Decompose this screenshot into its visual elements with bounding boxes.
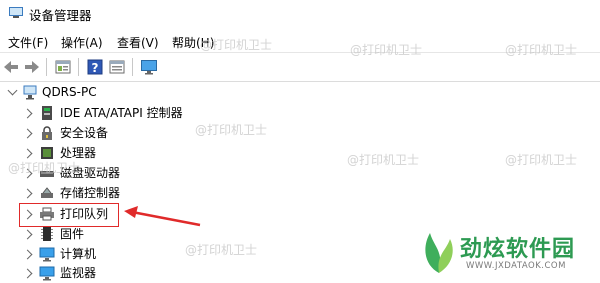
site-logo: 劲炫软件园 WWW.JXDATAOK.COM: [416, 229, 600, 281]
chevron-right-icon[interactable]: [22, 229, 33, 240]
monitor-icon[interactable]: [140, 58, 158, 76]
tree-item-label: 安全设备: [60, 126, 109, 140]
computer-icon: [39, 247, 55, 262]
tree-item[interactable]: IDE ATA/ATAPI 控制器: [0, 103, 300, 123]
watermark: @打印机卫士: [347, 153, 420, 167]
toolbar-separator: [132, 58, 133, 76]
tree-root[interactable]: QDRS-PC: [0, 82, 300, 102]
highlight-box: [19, 203, 119, 227]
logo-title: 劲炫软件园: [460, 237, 576, 262]
menu-view[interactable]: 查看(V): [117, 34, 159, 51]
title-bar: 设备管理器: [0, 0, 600, 28]
tree-item[interactable]: 存储控制器: [0, 183, 300, 203]
window-title: 设备管理器: [29, 8, 92, 23]
firmware-icon: [41, 227, 53, 241]
storage-controller-icon: [41, 187, 53, 198]
help-icon[interactable]: ?: [86, 58, 104, 76]
watermark: @打印机卫士: [8, 161, 81, 175]
tree-root-label: QDRS-PC: [42, 85, 97, 99]
properties-icon[interactable]: [54, 58, 72, 76]
ide-controller-icon: [42, 106, 52, 120]
tree-item-label: 监视器: [60, 266, 97, 280]
menu-action[interactable]: 操作(A): [61, 34, 103, 51]
svg-text:?: ?: [92, 61, 99, 75]
leaf-logo-icon: [425, 233, 453, 273]
chevron-right-icon[interactable]: [22, 188, 33, 199]
tree-item-label: 存储控制器: [60, 186, 121, 200]
security-device-icon: [42, 126, 52, 140]
chevron-down-icon[interactable]: [7, 85, 18, 96]
watermark: @打印机卫士: [195, 123, 268, 137]
chevron-right-icon[interactable]: [22, 268, 33, 279]
monitor-icon: [39, 266, 55, 281]
tree-item[interactable]: 监视器: [0, 263, 300, 283]
toolbar-separator: [46, 58, 47, 76]
back-icon[interactable]: [2, 58, 20, 76]
computer-root-icon: [23, 85, 37, 100]
forward-icon[interactable]: [23, 58, 41, 76]
chevron-right-icon[interactable]: [22, 249, 33, 260]
watermark: @打印机卫士: [505, 153, 578, 167]
chevron-right-icon[interactable]: [22, 128, 33, 139]
watermark: @打印机卫士: [505, 43, 578, 57]
red-arrow-icon: [124, 206, 201, 227]
scan-icon[interactable]: [108, 58, 126, 76]
chevron-right-icon[interactable]: [22, 148, 33, 159]
watermark: @打印机卫士: [185, 243, 258, 257]
watermark: @打印机卫士: [350, 43, 423, 57]
toolbar-separator: [78, 58, 79, 76]
menu-file[interactable]: 文件(F): [8, 34, 48, 51]
tree-item-label: IDE ATA/ATAPI 控制器: [60, 106, 183, 120]
tree-item-label: 计算机: [60, 247, 97, 261]
chevron-right-icon[interactable]: [22, 108, 33, 119]
logo-url: WWW.JXDATAOK.COM: [466, 261, 566, 271]
tree-item-label: 固件: [60, 227, 85, 241]
watermark: @打印机卫士: [200, 38, 273, 52]
device-manager-icon: [9, 7, 23, 18]
